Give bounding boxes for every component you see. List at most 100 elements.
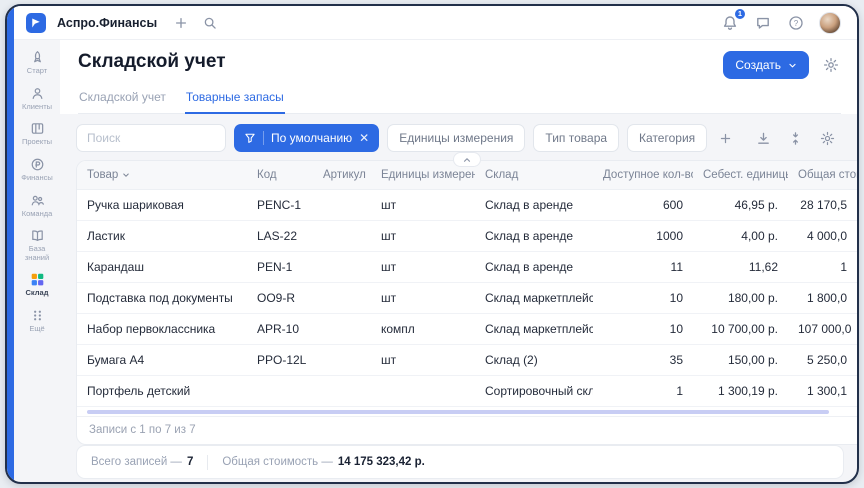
add-filter-button[interactable] <box>715 130 736 147</box>
sidebar-item-knowledge-base[interactable]: База знаний <box>15 224 59 267</box>
projects-icon <box>30 121 45 136</box>
cell-product: Набор первоклассника <box>77 314 247 345</box>
search-input[interactable] <box>76 124 226 152</box>
sort-chevron-icon <box>122 171 130 179</box>
table-row[interactable]: Подставка под документы OO9-R шт Склад м… <box>77 283 857 314</box>
cell-units: шт <box>371 190 475 221</box>
plus-icon <box>174 16 188 30</box>
cell-code <box>247 376 313 407</box>
cell-units: компл <box>371 314 475 345</box>
quick-add-button[interactable] <box>172 14 190 32</box>
cell-article <box>313 190 371 221</box>
sidebar-item-start[interactable]: Старт <box>15 46 59 81</box>
table-row[interactable]: Карандаш PEN-1 шт Склад в аренде 11 11,6… <box>77 252 857 283</box>
cell-warehouse: Склад в аренде <box>475 221 593 252</box>
column-header-product[interactable]: Товар <box>77 161 247 190</box>
filter-chip-category[interactable]: Категория <box>627 124 707 152</box>
summary-divider <box>207 455 208 470</box>
cell-article <box>313 376 371 407</box>
page-settings-button[interactable] <box>821 55 841 75</box>
cell-product: Портфель детский <box>77 376 247 407</box>
cell-unit-cost: 10 700,00 р. <box>693 314 788 345</box>
cell-total-cost: 5 250,0 <box>788 345 857 376</box>
tab-bar: Складской учет Товарные запасы <box>78 90 841 114</box>
active-filter-chip[interactable]: По умолчанию ✕ <box>234 124 379 152</box>
table-row[interactable]: Портфель детский Сортировочный скла 1 1 … <box>77 376 857 407</box>
sidebar-item-team[interactable]: Команда <box>15 189 59 224</box>
cell-warehouse: Склад маркетплейса <box>475 314 593 345</box>
sidebar-item-projects[interactable]: Проекты <box>15 117 59 152</box>
cell-total-cost: 4 000,0 <box>788 221 857 252</box>
cell-code: PENC-1 <box>247 190 313 221</box>
chevron-down-icon <box>788 61 797 70</box>
chat-icon <box>755 15 771 31</box>
user-avatar[interactable] <box>819 12 841 34</box>
plus-icon <box>719 132 732 145</box>
filter-chip-units[interactable]: Единицы измерения <box>387 124 525 152</box>
gear-icon <box>820 131 835 146</box>
column-header-available-qty[interactable]: Доступное кол-во <box>593 161 693 190</box>
cell-unit-cost: 180,00 р. <box>693 283 788 314</box>
cell-warehouse: Склад (2) <box>475 345 593 376</box>
sidebar: Старт Клиенты Проекты Финансы Команда <box>14 40 60 482</box>
summary-bar: Всего записей — 7 Общая стоимость — 14 1… <box>76 445 844 479</box>
column-header-unit-cost[interactable]: Себест. единицы <box>693 161 788 190</box>
cell-available-qty: 600 <box>593 190 693 221</box>
sidebar-item-clients[interactable]: Клиенты <box>15 82 59 117</box>
table-row[interactable]: Бумага А4 PPO-12L шт Склад (2) 35 150,00… <box>77 345 857 376</box>
remove-filter-icon[interactable]: ✕ <box>359 132 369 144</box>
tab-warehouse-accounting[interactable]: Складской учет <box>78 90 167 114</box>
sidebar-item-more[interactable]: Ещё <box>15 304 59 339</box>
cell-available-qty: 11 <box>593 252 693 283</box>
notifications-button[interactable]: 1 <box>720 13 740 33</box>
sidebar-item-finance[interactable]: Финансы <box>15 153 59 188</box>
export-button[interactable] <box>754 129 773 148</box>
notification-badge: 1 <box>734 8 746 20</box>
cell-unit-cost: 150,00 р. <box>693 345 788 376</box>
tab-inventory[interactable]: Товарные запасы <box>185 90 285 114</box>
cell-available-qty: 1 <box>593 376 693 407</box>
column-header-total-cost[interactable]: Общая стоим <box>788 161 857 190</box>
filter-chip-product-type[interactable]: Тип товара <box>533 124 619 152</box>
collapse-table-button[interactable] <box>453 152 481 167</box>
cell-units: шт <box>371 252 475 283</box>
cell-product: Бумага А4 <box>77 345 247 376</box>
cell-warehouse: Склад маркетплейса <box>475 283 593 314</box>
cell-available-qty: 35 <box>593 345 693 376</box>
cell-units: шт <box>371 283 475 314</box>
chat-button[interactable] <box>753 13 773 33</box>
total-records-value: 7 <box>187 456 193 468</box>
horizontal-scrollbar <box>77 407 857 416</box>
total-records-summary: Всего записей — 7 <box>91 456 193 468</box>
column-header-warehouse[interactable]: Склад <box>475 161 593 190</box>
cell-code: OO9-R <box>247 283 313 314</box>
cell-article <box>313 221 371 252</box>
help-button[interactable]: ? <box>786 13 806 33</box>
column-header-article[interactable]: Артикул <box>313 161 371 190</box>
cell-total-cost: 28 170,5 <box>788 190 857 221</box>
rocket-icon <box>30 50 45 65</box>
create-button[interactable]: Создать <box>723 51 809 79</box>
horizontal-scrollbar-thumb[interactable] <box>87 410 829 414</box>
table-row[interactable]: Ручка шариковая PENC-1 шт Склад в аренде… <box>77 190 857 221</box>
records-range-text: Записи с 1 по 7 из 7 <box>77 416 857 444</box>
gear-icon <box>823 57 839 73</box>
cell-product: Ручка шариковая <box>77 190 247 221</box>
global-search-button[interactable] <box>201 14 219 32</box>
cell-available-qty: 10 <box>593 283 693 314</box>
cell-code: PEN-1 <box>247 252 313 283</box>
table-settings-button[interactable] <box>818 129 837 148</box>
collapse-rows-button[interactable] <box>786 129 805 148</box>
cell-code: LAS-22 <box>247 221 313 252</box>
column-header-code[interactable]: Код <box>247 161 313 190</box>
cell-article <box>313 314 371 345</box>
table-row[interactable]: Набор первоклассника APR-10 компл Склад … <box>77 314 857 345</box>
app-window: Аспро.Финансы 1 ? <box>5 4 859 484</box>
cell-unit-cost: 4,00 р. <box>693 221 788 252</box>
search-icon <box>203 16 217 30</box>
cell-unit-cost: 11,62 <box>693 252 788 283</box>
cell-warehouse: Склад в аренде <box>475 190 593 221</box>
sidebar-item-warehouse[interactable]: Склад <box>15 268 59 303</box>
table-row[interactable]: Ластик LAS-22 шт Склад в аренде 1000 4,0… <box>77 221 857 252</box>
cell-code: APR-10 <box>247 314 313 345</box>
